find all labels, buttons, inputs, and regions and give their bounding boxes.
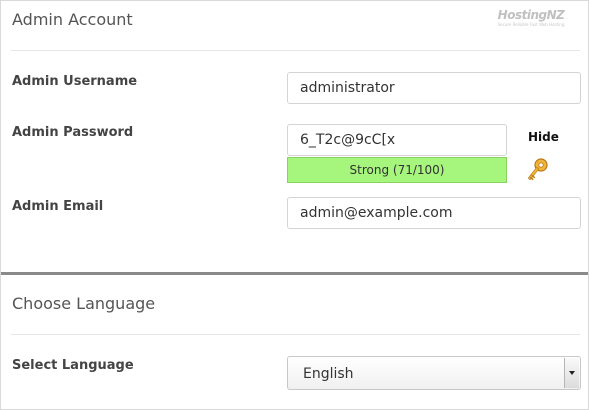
section-divider xyxy=(11,334,580,335)
hosting-logo: HostingNZ Secure Reliable Fast Web Hosti… xyxy=(483,9,579,28)
admin-username-input[interactable]: administrator xyxy=(287,72,581,104)
admin-email-input[interactable]: admin@example.com xyxy=(287,197,581,229)
choose-language-heading: Choose Language xyxy=(12,294,156,313)
language-select-value: English xyxy=(303,366,354,382)
chevron-down-icon[interactable] xyxy=(564,358,579,388)
hide-password-link[interactable]: Hide xyxy=(528,130,559,144)
logo-brand: HostingNZ xyxy=(497,8,565,22)
admin-account-heading: Admin Account xyxy=(12,10,133,29)
language-select[interactable]: English xyxy=(287,356,581,390)
installer-settings-panel: Admin Account HostingNZ Secure Reliable … xyxy=(0,0,589,410)
section-separator xyxy=(1,272,588,275)
section-divider xyxy=(11,50,580,51)
password-strength-meter: Strong (71/100) xyxy=(287,157,507,183)
admin-password-label: Admin Password xyxy=(12,125,134,140)
admin-password-input[interactable]: 6_T2c@9cC[x xyxy=(287,124,507,156)
select-language-label: Select Language xyxy=(12,358,134,373)
logo-tagline: Secure Reliable Fast Web Hosting xyxy=(497,22,565,27)
admin-email-label: Admin Email xyxy=(12,199,104,214)
admin-username-label: Admin Username xyxy=(12,74,138,89)
key-icon[interactable] xyxy=(526,157,550,183)
